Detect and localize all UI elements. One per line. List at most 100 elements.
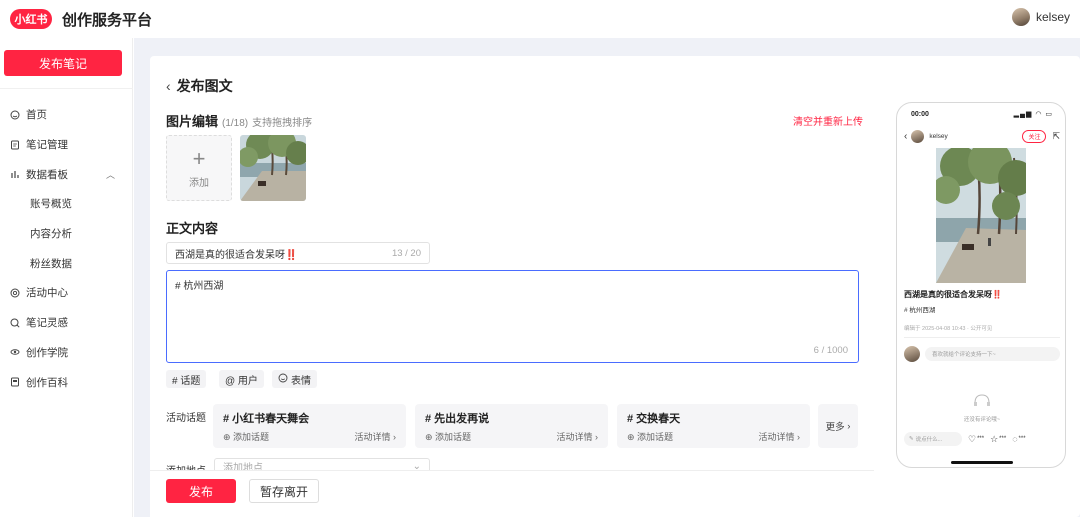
preview-title: 西湖是真的很适合发呆呀‼️ (904, 289, 1002, 300)
add-image-button[interactable]: + 添加 (166, 135, 232, 201)
sidebar-item-label: 首页 (26, 109, 47, 122)
image-section-header: 图片编辑 (1/18) 支持拖拽排序 (166, 111, 312, 130)
add-topic-label: 添加话题 (435, 432, 472, 442)
sidebar-item-label: 活动中心 (26, 287, 68, 300)
home-icon (10, 110, 20, 120)
page-title: ‹ 发布图文 (166, 76, 233, 96)
body-char-count: 6 / 1000 (813, 345, 848, 356)
image-hint: 支持拖拽排序 (252, 118, 313, 129)
preview-avatar (911, 129, 925, 143)
sidebar-item-notes[interactable]: 笔记管理 (0, 130, 133, 160)
add-topic-link[interactable]: ⊕ 添加话题 (425, 430, 471, 443)
emoji-tool-label: 表情 (291, 375, 311, 387)
topic-card[interactable]: # 交换春天 ⊕ 添加话题 活动详情 › (617, 404, 810, 448)
topic-name: # 交换春天 (627, 413, 681, 425)
chart-icon (10, 169, 20, 179)
add-topic-link[interactable]: ⊕ 添加话题 (627, 430, 673, 443)
add-topic-label: 添加话题 (637, 432, 674, 442)
chevron-up-icon: ︿ (105, 170, 115, 181)
inspiration-icon (10, 318, 20, 328)
comment-icon: ◌ (1012, 434, 1018, 444)
topic-detail-link[interactable]: 活动详情 › (556, 430, 598, 443)
share-icon: ⇱ (1052, 130, 1060, 141)
phone-time: 00:00 (911, 111, 929, 118)
sidebar-item-label: 创作学院 (26, 346, 68, 359)
title-char-count: 13 / 20 (391, 247, 421, 259)
user-name: kelsey (1035, 10, 1070, 24)
app-title: 创作服务平台 (62, 11, 153, 29)
activity-topics-label: 活动话题 (166, 413, 206, 424)
preview-collect: ☆ *** (990, 434, 1006, 445)
topic-actions: ⊕ 添加话题 活动详情 › (627, 430, 800, 443)
preview-say-text: 说点什么... (915, 437, 943, 443)
sidebar-nav: 首页 笔记管理 数据看板 ︿ 账号概览 内容分析 粉丝数据 活动中心 笔记灵感 (0, 100, 133, 397)
chevron-left-icon[interactable]: ‹ (166, 78, 171, 94)
sidebar-item-label: 笔记灵感 (26, 317, 68, 330)
emoji-tool-button[interactable]: 表情 (272, 370, 317, 388)
activity-icon (10, 288, 20, 298)
preview-action-bar: ✎ 说点什么... ♡ *** ☆ *** ◌ *** (904, 432, 1060, 446)
user-avatar (1011, 8, 1030, 26)
image-count: (1/18) (222, 118, 249, 129)
smile-icon (278, 373, 288, 386)
topic-detail-link[interactable]: 活动详情 › (758, 430, 800, 443)
more-topics-button[interactable]: 更多 › (818, 404, 858, 448)
topic-detail-label: 活动详情 (556, 432, 593, 442)
sidebar-item-label: 创作百科 (26, 376, 68, 389)
preview-comment-row: 喜欢就给个评论支持一下~ (904, 346, 1060, 362)
title-text: 西湖是真的很适合发呆呀 (175, 249, 285, 261)
mention-tool-label: @ 用户 (225, 375, 258, 387)
topic-actions: ⊕ 添加话题 活动详情 › (223, 430, 396, 443)
user-menu[interactable]: kelsey (1011, 8, 1070, 26)
publish-note-button[interactable]: 发布笔记 (4, 50, 122, 76)
chevron-left-icon: ‹ (904, 130, 908, 142)
sidebar-item-fans-data[interactable]: 粉丝数据 (0, 248, 133, 278)
phone-status-icons: ▂▄▆ ◠ ▭ (1013, 111, 1053, 118)
sidebar-item-activity[interactable]: 活动中心 (0, 278, 133, 308)
title-input-value: 西湖是真的很适合发呆呀‼️ (175, 246, 297, 261)
comment-count: *** (1018, 436, 1026, 442)
save-draft-button[interactable]: 暂存离开 (249, 479, 319, 503)
preview-meta: 编辑于 2025-04-08 10:43 · 公开可见 (904, 326, 993, 332)
topic-detail-link[interactable]: 活动详情 › (354, 430, 396, 443)
sidebar-divider (0, 88, 133, 89)
topic-name: # 先出发再说 (425, 413, 490, 425)
topic-name: # 小红书春天舞会 (223, 413, 310, 425)
sidebar-item-home[interactable]: 首页 (0, 100, 133, 130)
topic-card[interactable]: # 小红书春天舞会 ⊕ 添加话题 活动详情 › (213, 404, 406, 448)
sidebar-item-dashboard[interactable]: 数据看板 ︿ (0, 159, 133, 189)
sidebar-item-wiki[interactable]: 创作百科 (0, 367, 133, 397)
title-input[interactable]: 西湖是真的很适合发呆呀‼️ 13 / 20 (166, 242, 430, 264)
image-thumbnail[interactable] (240, 135, 306, 201)
body-textarea[interactable]: # 杭州西湖 6 / 1000 (166, 270, 859, 363)
page-title-text: 发布图文 (176, 78, 233, 94)
clear-reupload-link[interactable]: 清空并重新上传 (793, 113, 863, 128)
sidebar-item-label: 笔记管理 (26, 139, 68, 152)
sidebar-item-inspiration[interactable]: 笔记灵感 (0, 308, 133, 338)
preview-title-text: 西湖是真的很适合发呆呀 (904, 290, 992, 299)
sidebar-item-academy[interactable]: 创作学院 (0, 338, 133, 368)
topic-detail-label: 活动详情 (354, 432, 391, 442)
plus-icon: + (192, 145, 206, 171)
add-topic-link[interactable]: ⊕ 添加话题 (223, 430, 269, 443)
sidebar-item-label: 粉丝数据 (30, 257, 72, 270)
preview-header: ‹ kelsey 关注 ⇱ (904, 128, 1060, 144)
sidebar-item-content-analysis[interactable]: 内容分析 (0, 219, 133, 249)
preview-like: ♡ *** (968, 434, 984, 445)
preview-divider (904, 337, 1060, 338)
topic-tool-label: # 话题 (172, 375, 201, 387)
note-icon (10, 140, 20, 150)
topic-tool-button[interactable]: # 话题 (166, 370, 207, 388)
topic-card[interactable]: # 先出发再说 ⊕ 添加话题 活动详情 › (415, 404, 608, 448)
add-topic-label: 添加话题 (233, 432, 270, 442)
sidebar-item-account-overview[interactable]: 账号概览 (0, 189, 133, 219)
double-exclamation-emoji: ‼️ (992, 290, 1002, 299)
app-logo[interactable]: 小红书 (10, 9, 52, 29)
star-icon: ☆ (990, 433, 999, 444)
topic-actions: ⊕ 添加话题 活动详情 › (425, 430, 598, 443)
preview-username: kelsey (929, 132, 948, 140)
empty-comments-text: 还没有评论哦~ (963, 417, 1001, 423)
empty-comments-icon (972, 393, 992, 407)
publish-button[interactable]: 发布 (166, 479, 236, 503)
mention-tool-button[interactable]: @ 用户 (219, 370, 264, 388)
